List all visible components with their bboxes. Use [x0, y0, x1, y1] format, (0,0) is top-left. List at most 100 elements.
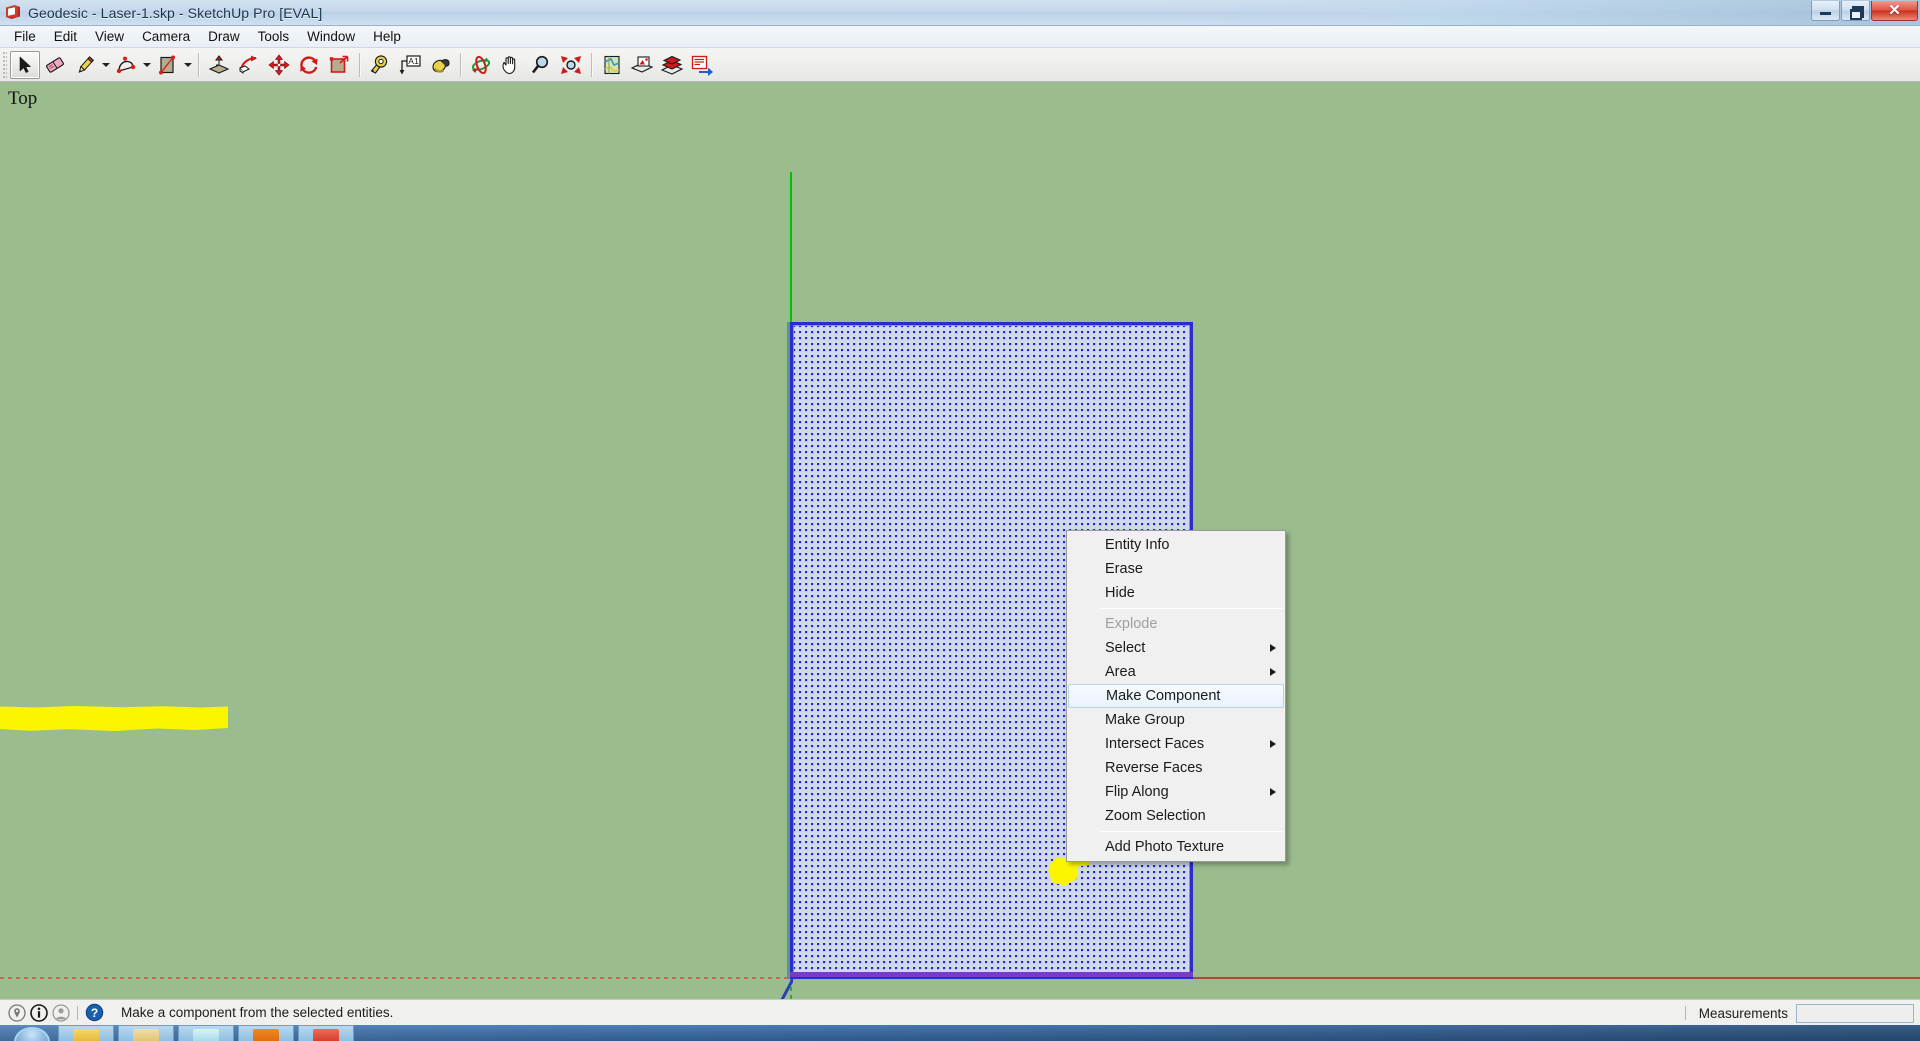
rectangle-tool-button[interactable]: [152, 51, 182, 79]
scale-icon: [328, 54, 350, 76]
main-toolbar: A1: [0, 48, 1920, 82]
restore-button[interactable]: [1841, 1, 1870, 21]
push-pull-tool-button[interactable]: [204, 51, 234, 79]
follow-me-tool-button[interactable]: [234, 51, 264, 79]
zoom-tool-button[interactable]: [526, 51, 556, 79]
pan-tool-button[interactable]: [496, 51, 526, 79]
context-menu-item-reverse-faces[interactable]: Reverse Faces: [1067, 756, 1285, 780]
green-axis-positive: [790, 172, 792, 322]
title-bar: Geodesic - Laser-1.skp - SketchUp Pro [E…: [0, 0, 1920, 26]
warehouse-stack-icon: [660, 54, 684, 76]
context-menu-separator: [1069, 608, 1283, 609]
toolbar-grip[interactable]: [3, 51, 7, 78]
menu-file[interactable]: File: [5, 27, 45, 46]
close-icon: ✕: [1888, 2, 1901, 19]
taskbar-item-2[interactable]: [118, 1025, 174, 1041]
context-menu-item-label: Flip Along: [1105, 784, 1169, 800]
tape-measure-icon: [368, 54, 392, 76]
view-label: Top: [8, 88, 38, 109]
context-menu: Entity Info Erase Hide Explode Select Ar…: [1066, 530, 1286, 862]
caption-buttons: ✕: [1811, 1, 1918, 21]
paint-bucket-tool-button[interactable]: [425, 51, 455, 79]
line-tool-dropdown[interactable]: [100, 51, 111, 79]
menu-help[interactable]: Help: [364, 27, 410, 46]
photo-texture-icon: [630, 54, 654, 76]
move-tool-button[interactable]: [264, 51, 294, 79]
context-menu-item-entity-info[interactable]: Entity Info: [1067, 533, 1285, 557]
menu-draw[interactable]: Draw: [199, 27, 249, 46]
arc-icon: [115, 54, 137, 76]
measurements-label: Measurements: [1698, 1005, 1788, 1021]
red-axis-positive: [1193, 977, 1920, 979]
context-menu-item-select[interactable]: Select: [1067, 636, 1285, 660]
taskbar-item-3[interactable]: [178, 1025, 234, 1041]
eraser-tool-button[interactable]: [40, 51, 70, 79]
context-menu-item-flip-along[interactable]: Flip Along: [1067, 780, 1285, 804]
dimension-tool-button[interactable]: A1: [395, 51, 425, 79]
context-menu-item-intersect-faces[interactable]: Intersect Faces: [1067, 732, 1285, 756]
submenu-arrow-icon: [1270, 740, 1276, 748]
close-button[interactable]: ✕: [1871, 1, 1918, 21]
menu-window[interactable]: Window: [298, 27, 364, 46]
drawing-viewport[interactable]: Top Entity Info Erase Hide Explode Selec…: [0, 82, 1920, 999]
hand-pan-icon: [499, 54, 523, 76]
scale-tool-button[interactable]: [324, 51, 354, 79]
sketchup-icon: [5, 4, 22, 21]
zoom-extents-tool-button[interactable]: [556, 51, 586, 79]
photo-textures-tool-button[interactable]: [627, 51, 657, 79]
rectangle-icon: [156, 54, 178, 76]
status-bar: ? Make a component from the selected ent…: [0, 999, 1920, 1025]
taskbar-item-4[interactable]: [238, 1025, 294, 1041]
paint-bucket-icon: [428, 54, 452, 76]
context-menu-item-add-photo-texture[interactable]: Add Photo Texture: [1067, 835, 1285, 859]
map-location-icon: [600, 54, 624, 76]
context-menu-item-label: Select: [1105, 640, 1146, 656]
windows-taskbar: [0, 1025, 1920, 1041]
line-tool-button[interactable]: [70, 51, 100, 79]
select-tool-button[interactable]: [10, 50, 40, 79]
push-pull-icon: [207, 54, 231, 76]
context-menu-item-label: Area: [1105, 664, 1136, 680]
help-question-icon[interactable]: ?: [83, 1002, 105, 1024]
info-icon[interactable]: [28, 1002, 50, 1024]
model-warehouse-tool-button[interactable]: [657, 51, 687, 79]
status-bar-separator: [77, 1005, 78, 1020]
menu-bar: File Edit View Camera Draw Tools Window …: [0, 26, 1920, 48]
menu-view[interactable]: View: [86, 27, 133, 46]
toolbar-separator: [460, 52, 461, 77]
arc-tool-dropdown[interactable]: [141, 51, 152, 79]
minimize-button[interactable]: [1811, 1, 1840, 21]
toolbar-separator: [359, 52, 360, 77]
windows-orb-icon[interactable]: [0, 1025, 54, 1041]
submenu-arrow-icon: [1270, 668, 1276, 676]
minimize-icon: [1820, 12, 1831, 15]
person-icon[interactable]: [50, 1002, 72, 1024]
context-menu-item-zoom-selection[interactable]: Zoom Selection: [1067, 804, 1285, 828]
context-menu-item-erase[interactable]: Erase: [1067, 557, 1285, 581]
rotate-tool-button[interactable]: [294, 51, 324, 79]
toolbar-separator: [198, 52, 199, 77]
geo-location-icon[interactable]: [6, 1002, 28, 1024]
arrow-cursor-icon: [15, 55, 35, 75]
context-menu-item-make-component[interactable]: Make Component: [1068, 684, 1284, 708]
context-menu-item-make-group[interactable]: Make Group: [1067, 708, 1285, 732]
context-menu-item-hide[interactable]: Hide: [1067, 581, 1285, 605]
measurements-input[interactable]: [1796, 1003, 1914, 1023]
blue-axis-line: [727, 978, 795, 999]
orbit-tool-button[interactable]: [466, 51, 496, 79]
rectangle-tool-dropdown[interactable]: [182, 51, 193, 79]
measurements-separator: [1684, 1006, 1686, 1020]
sketchup-application-window: Geodesic - Laser-1.skp - SketchUp Pro [E…: [0, 0, 1920, 1041]
arc-tool-button[interactable]: [111, 51, 141, 79]
submenu-arrow-icon: [1270, 788, 1276, 796]
menu-camera[interactable]: Camera: [133, 27, 199, 46]
context-menu-item-area[interactable]: Area: [1067, 660, 1285, 684]
menu-edit[interactable]: Edit: [45, 27, 86, 46]
share-model-tool-button[interactable]: [687, 51, 717, 79]
tape-measure-tool-button[interactable]: [365, 51, 395, 79]
taskbar-item-1[interactable]: [58, 1025, 114, 1041]
taskbar-item-5[interactable]: [298, 1025, 354, 1041]
menu-tools[interactable]: Tools: [249, 27, 299, 46]
toolbar-separator: [591, 52, 592, 77]
add-location-tool-button[interactable]: [597, 51, 627, 79]
